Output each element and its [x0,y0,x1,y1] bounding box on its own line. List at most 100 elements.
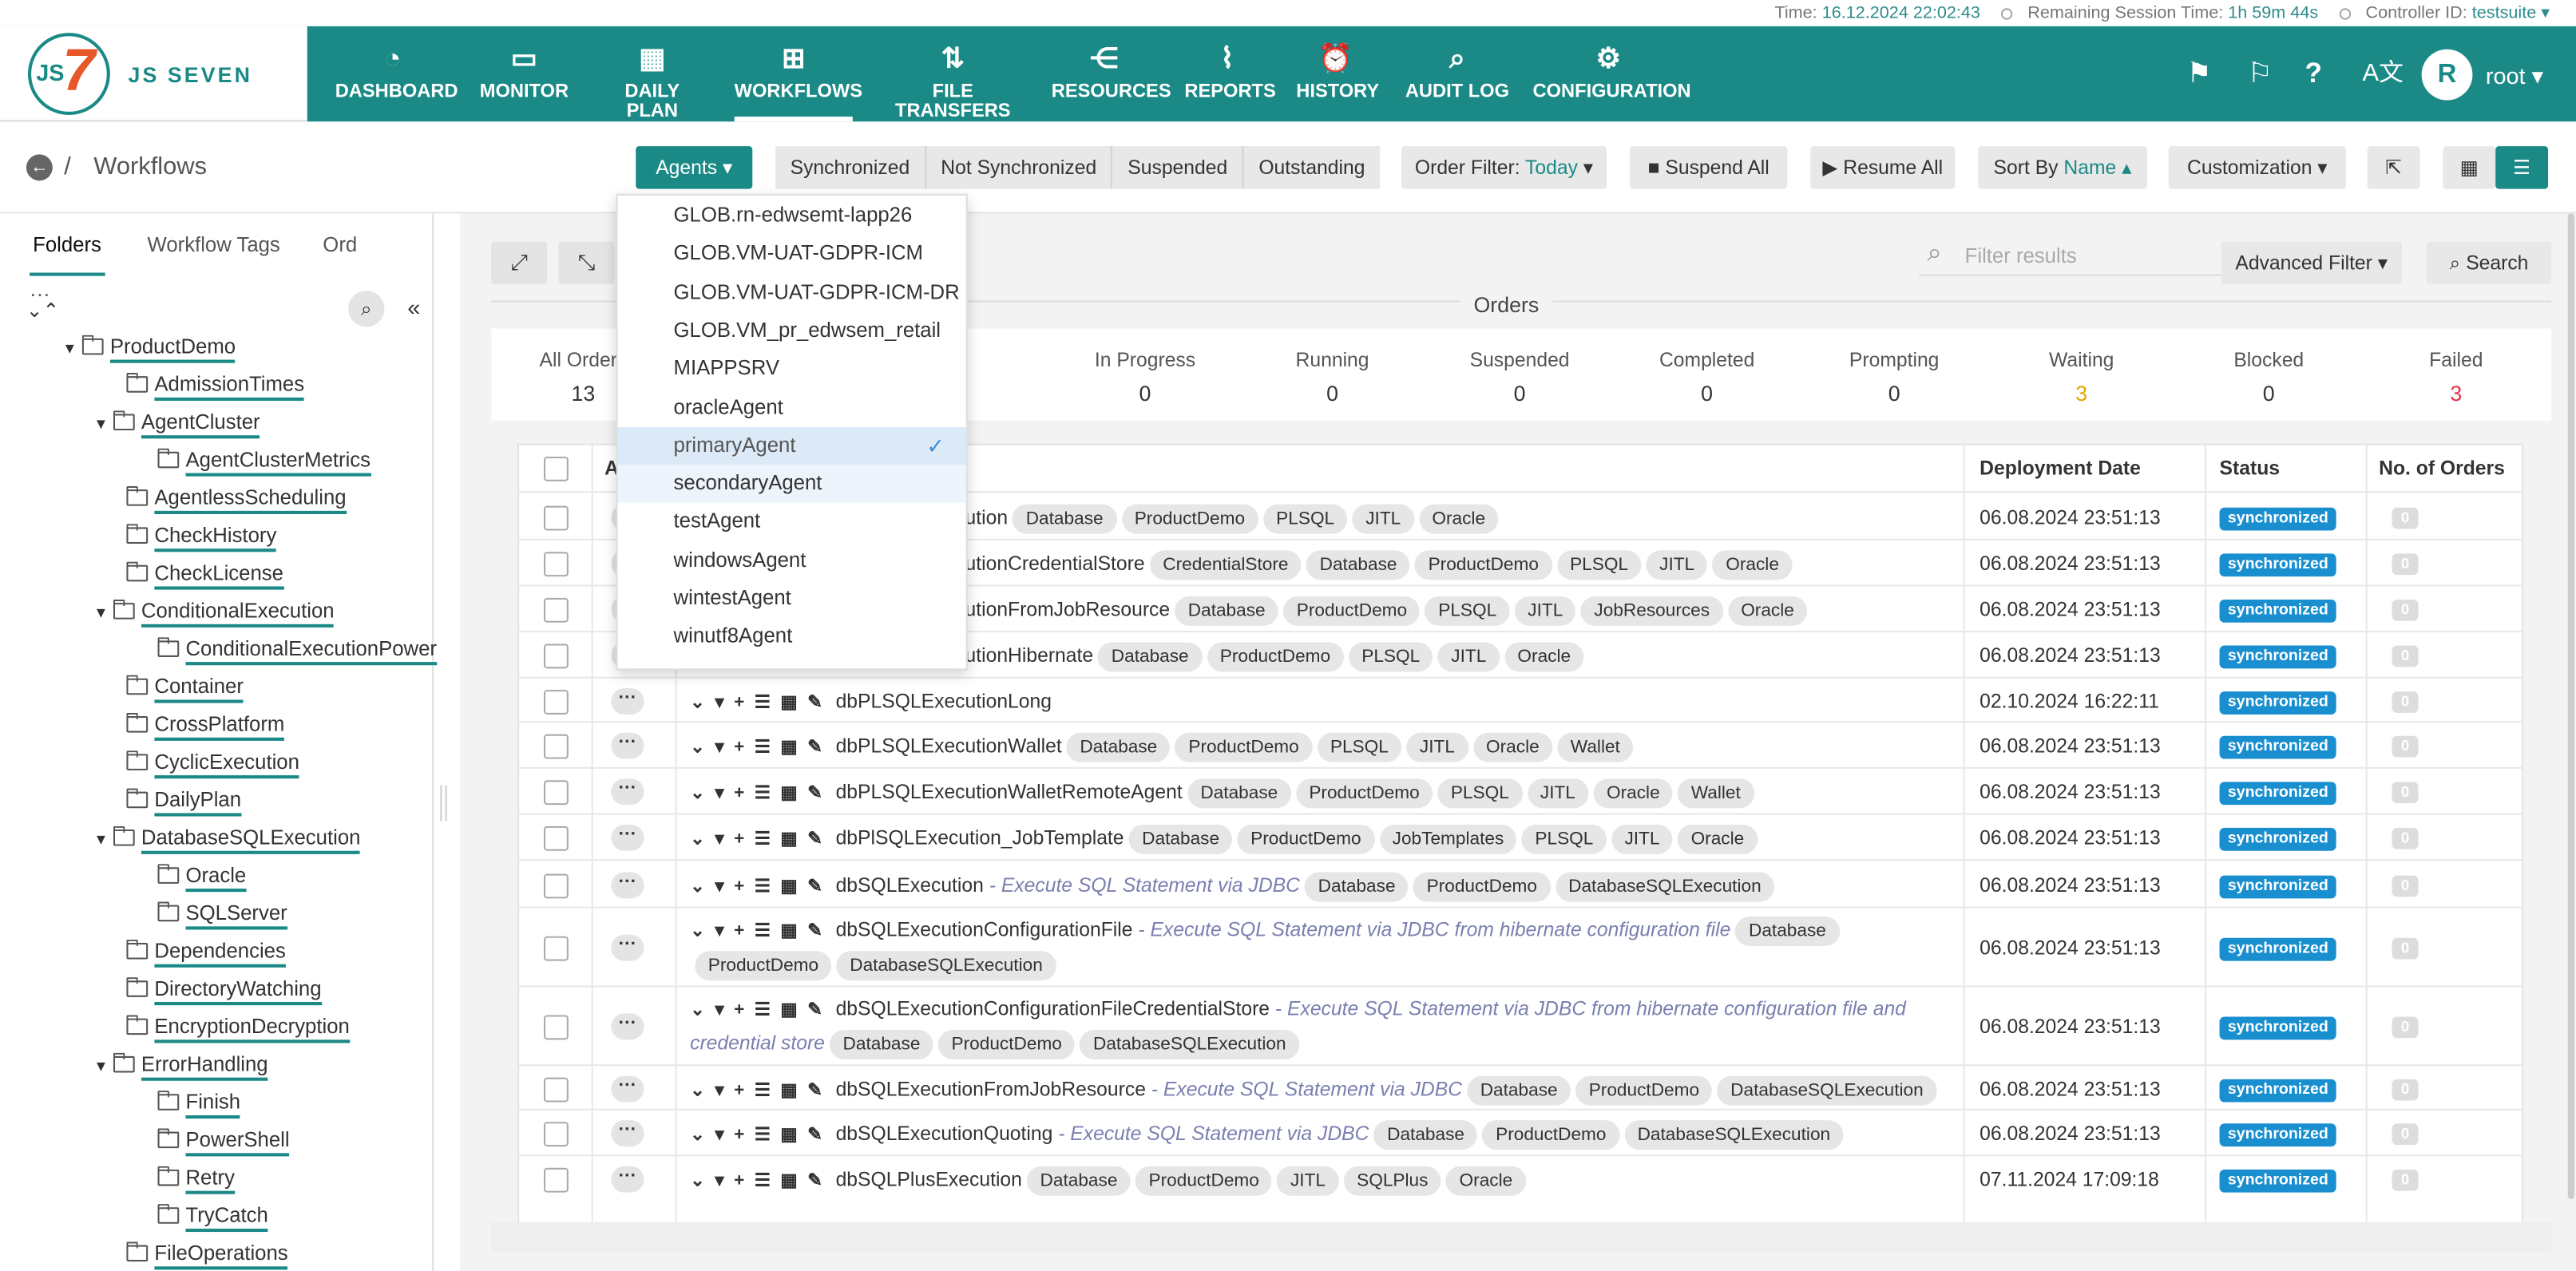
caret-icon[interactable]: ▾ [715,1171,723,1191]
workflow-tag[interactable]: PLSQL [1521,824,1607,854]
agent-option[interactable]: GLOB.VM_pr_edwsem_retail [618,312,966,350]
table-icon[interactable]: ▦ [780,1000,797,1020]
row-checkbox[interactable] [543,734,569,759]
agent-option[interactable]: winutf8Agent [618,618,966,655]
edit-icon[interactable]: ✎ [807,692,822,712]
table-icon[interactable]: ▦ [780,1080,797,1100]
workflow-tag[interactable]: ProductDemo [1283,596,1421,626]
chevron-down-icon[interactable]: ⌄ [690,921,705,941]
workflow-tag[interactable]: Oracle [1472,732,1553,762]
expand-all-icon[interactable]: ⌄⌃ [26,299,59,322]
expand-icon[interactable]: ⤢ [491,241,548,284]
caret-down-icon[interactable]: ▼ [93,822,113,857]
workflow-name[interactable]: dbPLSQLExecutionWallet [836,734,1062,758]
status-header[interactable]: Status [2220,445,2280,492]
folder-node[interactable]: CheckLicense [93,555,283,591]
avatar[interactable]: R [2421,49,2473,101]
chevron-down-icon[interactable]: ⌄ [690,1000,705,1020]
table-row[interactable]: ··· ⌄ ▾ + ☰ ▦ ✎ dbPLSQLExecutionWallet Database P… [519,721,2522,767]
add-icon[interactable]: + [734,1080,744,1100]
add-icon[interactable]: + [734,1171,744,1191]
row-checkbox[interactable] [543,552,569,577]
workflow-tag[interactable]: Database [1098,642,1203,672]
caret-icon[interactable]: ▾ [715,1125,723,1145]
folder-node[interactable]: TryCatch [125,1198,268,1233]
caret-down-icon[interactable]: ▼ [93,406,113,441]
list-icon[interactable]: ☰ [755,1171,771,1191]
sort-by-button[interactable]: Sort By Name ▴ [1978,146,2148,189]
table-row[interactable]: ··· ⌄ ▾ + ☰ ▦ ✎ dbPLSQLExecutionLong 02.10.2024 … [519,676,2522,722]
folder-node[interactable]: EncryptionDecryption [93,1008,350,1044]
stat-waiting[interactable]: Waiting 3 [1991,348,2172,406]
row-checkbox[interactable] [543,597,569,623]
select-all-checkbox[interactable] [543,456,569,481]
resize-handle[interactable] [440,785,447,822]
caret-icon[interactable]: ▾ [715,1000,723,1020]
more-actions-icon[interactable]: ··· [611,1013,644,1040]
stat-failed[interactable]: Failed 3 [2366,348,2546,406]
edit-icon[interactable]: ✎ [807,1125,822,1145]
edit-icon[interactable]: ✎ [807,921,822,941]
workflow-tag[interactable]: JITL [1611,824,1673,854]
workflow-tag[interactable]: ProductDemo [1121,503,1258,533]
workflow-tag[interactable]: PLSQL [1348,642,1433,672]
row-checkbox[interactable] [543,1076,569,1102]
workflow-tag[interactable]: Database [1306,550,1410,580]
language-icon[interactable]: A文 [2363,26,2404,121]
workflow-tag[interactable]: Oracle [1504,642,1584,672]
workflow-tag[interactable]: Database [1027,1166,1131,1196]
workflow-tag[interactable]: Oracle [1418,503,1499,533]
controller-select[interactable]: testsuite ▾ [2472,3,2550,23]
folder-node[interactable]: DirectoryWatching [93,971,322,1007]
row-checkbox[interactable] [543,689,569,714]
list-icon[interactable]: ☰ [755,783,771,803]
customization-button[interactable]: Customization ▾ [2168,146,2346,189]
row-checkbox[interactable] [543,505,569,530]
workflow-tag[interactable]: PLSQL [1437,778,1523,809]
table-row[interactable]: ··· ⌄ ▾ + ☰ ▦ ✎ dbSQLExecution - Execute SQL St… [519,859,2522,907]
back-icon[interactable]: ← [26,154,53,181]
table-row[interactable]: ··· ⌄ ▾ + ☰ ▦ ✎ dbSQLExecutionConfigurationFile… [519,906,2522,986]
advanced-filter-button[interactable]: Advanced Filter ▾ [2221,241,2402,284]
stat-blocked[interactable]: Blocked 0 [2178,348,2359,406]
agent-option[interactable]: GLOB.VM-UAT-GDPR-ICM-DR [618,274,966,311]
nav-monitor[interactable]: ▭ MONITOR [480,26,569,121]
table-icon[interactable]: ▦ [780,1125,797,1145]
table-icon[interactable]: ▦ [780,692,797,712]
logo[interactable]: JS 7 JS SEVEN [0,26,307,122]
edit-icon[interactable]: ✎ [807,1171,822,1191]
workflow-name[interactable]: dbSQLExecutionFromJobResource [836,1077,1146,1100]
stat-completed[interactable]: Completed 0 [1616,348,1797,406]
workflow-tag[interactable]: Database [1305,871,1409,901]
row-checkbox[interactable] [543,936,569,961]
nav-history[interactable]: ⏰ HISTORY [1296,26,1379,121]
edit-icon[interactable]: ✎ [807,738,822,758]
add-icon[interactable]: + [734,1125,744,1145]
list-icon[interactable]: ☰ [755,738,771,758]
workflow-tag[interactable]: DatabaseSQLExecution [1080,1029,1300,1060]
more-actions-icon[interactable]: ··· [611,871,644,898]
more-actions-icon[interactable]: ··· [611,778,644,806]
stat-suspended[interactable]: Suspended 0 [1429,348,1610,406]
caret-down-icon[interactable]: ▼ [93,1048,113,1084]
table-row[interactable]: ··· ⌄ ▾ + ☰ ▦ ✎ dbSQLExecutionQuoting - Execute… [519,1108,2522,1155]
workflow-name[interactable]: dbSQLExecutionQuoting [836,1122,1053,1145]
list-icon[interactable]: ☰ [755,1125,771,1145]
agent-option[interactable]: windowsAgent [618,541,966,579]
suspended-filter[interactable]: Suspended [1113,146,1244,189]
flag-gear-icon[interactable]: ⚐ [2248,26,2273,121]
folder-node[interactable]: ▼ AgentCluster [93,404,260,440]
agent-option[interactable]: primaryAgent ✓ [617,426,966,465]
add-icon[interactable]: + [734,1000,744,1020]
edit-icon[interactable]: ✎ [807,1000,822,1020]
workflow-tag[interactable]: PLSQL [1425,596,1510,626]
workflow-tag[interactable]: DatabaseSQLExecution [1717,1075,1937,1105]
table-icon[interactable]: ▦ [780,1171,797,1191]
tab-workflow-tags[interactable]: Workflow Tags [148,227,280,263]
scrollbar[interactable] [2567,213,2574,1199]
list-icon[interactable]: ☰ [755,692,771,712]
workflow-name[interactable]: dbSQLExecutionConfigurationFile [836,918,1133,941]
agent-option[interactable]: testAgent [618,503,966,540]
add-icon[interactable]: + [734,738,744,758]
outstanding-filter[interactable]: Outstanding [1244,146,1380,188]
